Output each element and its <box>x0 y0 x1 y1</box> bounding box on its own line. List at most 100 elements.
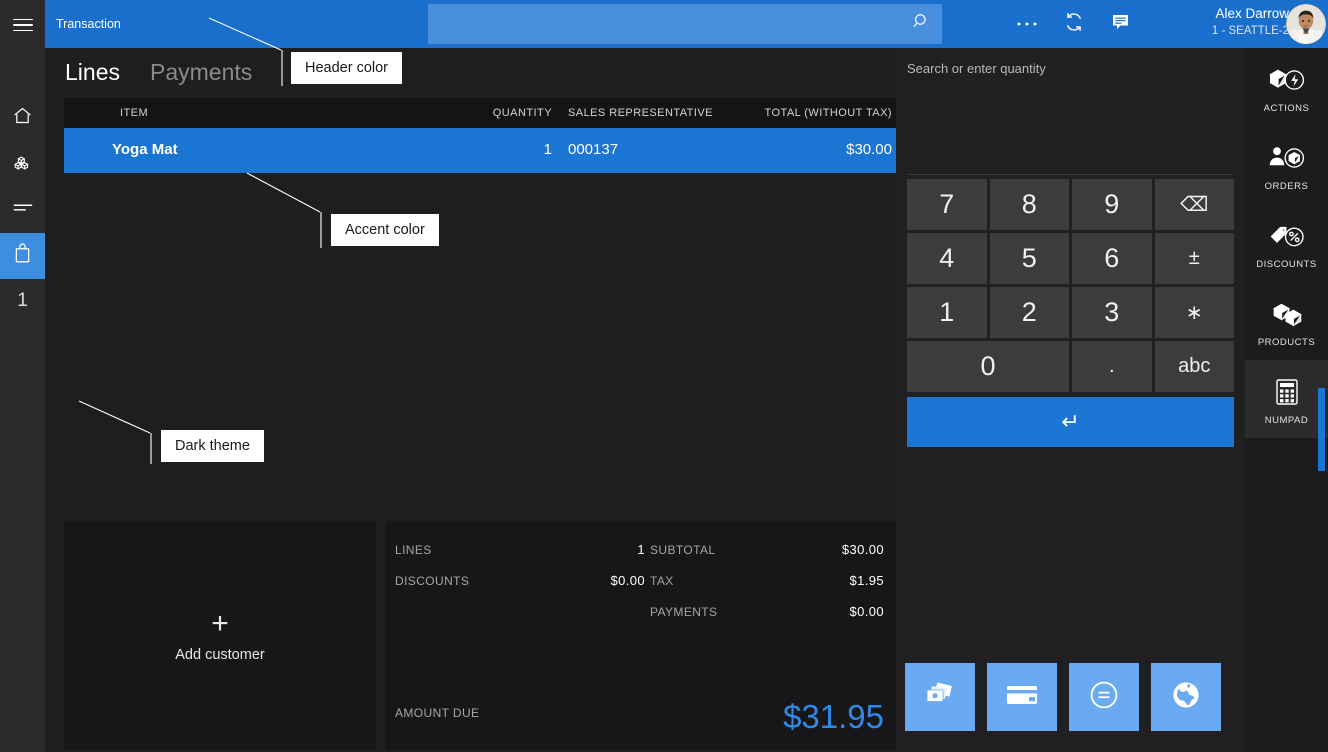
avatar[interactable] <box>1286 4 1326 44</box>
totals-label-subtotal: SUBTOTAL <box>650 543 715 557</box>
callout-accent-color: Accent color <box>331 214 439 246</box>
numpad-key-0[interactable]: 0 <box>907 341 1069 392</box>
numpad-key-7[interactable]: 7 <box>907 179 987 230</box>
page-title: Transaction <box>56 17 121 31</box>
numpad-key-9[interactable]: 9 <box>1072 179 1152 230</box>
payment-other-tile[interactable] <box>1151 663 1221 731</box>
shopping-bag-icon <box>12 242 33 270</box>
cubes-inventory-icon <box>12 151 34 178</box>
numpad-keys: 789⌫ 456±123∗ 0.abc↵ <box>907 179 1234 447</box>
user-name: Alex Darrow <box>1137 5 1289 23</box>
app-header: Transaction <box>45 0 1328 48</box>
rail-item-actions[interactable]: ACTIONS <box>1245 48 1328 126</box>
more-options-button[interactable] <box>1012 10 1042 38</box>
amount-due-value: $31.95 <box>783 698 884 736</box>
search-input[interactable] <box>428 4 942 44</box>
box-lightning-icon <box>1267 60 1307 100</box>
search-button[interactable] <box>900 4 942 44</box>
totals-row-subtotal: SUBTOTAL $30.00 <box>650 535 884 566</box>
column-header-item: ITEM <box>120 107 148 119</box>
hamburger-menu-button[interactable] <box>0 2 45 48</box>
rail-item-numpad[interactable]: NUMPAD <box>1245 360 1328 438</box>
numpad-divider <box>907 174 1233 175</box>
person-box-icon <box>1267 138 1307 178</box>
cell-quantity: 1 <box>424 141 552 158</box>
numpad-key-5[interactable]: 5 <box>990 233 1070 284</box>
boxes-icon <box>1267 294 1307 334</box>
sidebar-item-home[interactable] <box>0 95 45 141</box>
rail-label-products: PRODUCTS <box>1258 337 1315 348</box>
sidebar-item-lines[interactable] <box>0 187 45 233</box>
right-action-rail: ACTIONS ORDERS <box>1245 48 1328 752</box>
sync-refresh-icon <box>1063 11 1085 38</box>
search-icon <box>912 12 931 36</box>
numpad-key-8[interactable]: 8 <box>990 179 1070 230</box>
numpad-enter-key[interactable]: ↵ <box>907 397 1234 447</box>
credit-card-icon <box>1006 683 1038 712</box>
numpad-abc-key[interactable]: abc <box>1155 341 1235 392</box>
numpad-plusminus-key[interactable]: ± <box>1155 233 1235 284</box>
list-lines-icon <box>12 201 34 220</box>
totals-row-lines: LINES 1 <box>395 535 645 566</box>
rail-item-orders[interactable]: ORDERS <box>1245 126 1328 204</box>
user-info[interactable]: Alex Darrow 1 - SEATTLE-2 <box>1137 5 1297 43</box>
calculator-icon <box>1273 372 1301 412</box>
numpad-key-2[interactable]: 2 <box>990 287 1070 338</box>
cell-sales-rep: 000137 <box>568 141 618 158</box>
cell-total: $30.00 <box>684 141 892 158</box>
sidebar-item-transaction[interactable] <box>0 233 45 279</box>
totals-value-payments: $0.00 <box>849 604 884 619</box>
note-message-icon <box>1110 11 1131 37</box>
column-header-quantity: QUANTITY <box>424 107 552 119</box>
rail-label-numpad: NUMPAD <box>1265 415 1308 426</box>
numpad-key-1[interactable]: 1 <box>907 287 987 338</box>
numpad-key-4[interactable]: 4 <box>907 233 987 284</box>
tag-percent-icon <box>1267 216 1307 256</box>
totals-value-discounts: $0.00 <box>610 573 645 588</box>
hamburger-menu-icon <box>13 15 33 36</box>
rail-item-discounts[interactable]: DISCOUNTS <box>1245 204 1328 282</box>
totals-label-tax: TAX <box>650 574 674 588</box>
numpad-hint-text: Search or enter quantity <box>907 61 1046 76</box>
pos-application: 1 Transaction <box>0 0 1328 752</box>
globe-icon <box>1170 679 1202 716</box>
payment-tiles <box>905 663 1221 731</box>
callout-header-color: Header color <box>291 52 402 84</box>
home-icon <box>12 105 33 131</box>
left-navigation-rail: 1 <box>0 0 45 752</box>
payment-cash-tile[interactable] <box>905 663 975 731</box>
numpad-key-6[interactable]: 6 <box>1072 233 1152 284</box>
user-store: 1 - SEATTLE-2 <box>1137 23 1289 40</box>
rail-item-products[interactable]: PRODUCTS <box>1245 282 1328 360</box>
totals-label-discounts: DISCOUNTS <box>395 574 469 588</box>
rail-label-orders: ORDERS <box>1265 181 1309 192</box>
add-customer-label: Add customer <box>175 647 264 663</box>
add-customer-panel[interactable]: + Add customer <box>64 521 376 750</box>
cash-bills-icon <box>924 680 956 715</box>
numpad-backspace-key[interactable]: ⌫ <box>1155 179 1235 230</box>
payment-card-tile[interactable] <box>987 663 1057 731</box>
amount-due-label: AMOUNT DUE <box>395 706 479 720</box>
column-header-total: TOTAL (WITHOUT TAX) <box>684 107 892 119</box>
totals-left-column: LINES 1 DISCOUNTS $0.00 <box>395 535 645 597</box>
totals-panel: LINES 1 DISCOUNTS $0.00 SUBTOTAL $30.00 … <box>385 521 896 750</box>
sidebar-item-inventory[interactable] <box>0 141 45 187</box>
tab-lines[interactable]: Lines <box>65 59 120 86</box>
totals-value-subtotal: $30.00 <box>842 542 884 557</box>
totals-value-tax: $1.95 <box>849 573 884 588</box>
transaction-tabs: Lines Payments <box>45 48 896 98</box>
sync-button[interactable] <box>1059 10 1089 38</box>
notifications-button[interactable] <box>1105 10 1135 38</box>
totals-row-discounts: DISCOUNTS $0.00 <box>395 566 645 597</box>
sidebar-transaction-count: 1 <box>0 279 45 323</box>
totals-label-lines: LINES <box>395 543 432 557</box>
numpad-key-3[interactable]: 3 <box>1072 287 1152 338</box>
rail-label-discounts: DISCOUNTS <box>1256 259 1316 270</box>
tab-payments[interactable]: Payments <box>150 59 252 86</box>
numpad-multiply-key[interactable]: ∗ <box>1155 287 1235 338</box>
table-row[interactable]: Yoga Mat 1 000137 $30.00 <box>64 128 896 173</box>
payment-gift-card-tile[interactable] <box>1069 663 1139 731</box>
right-rail-scrollbar[interactable] <box>1318 388 1325 471</box>
numpad-decimal-key[interactable]: . <box>1072 341 1152 392</box>
numpad-pane: Search or enter quantity 789⌫ 456±123∗ 0.a… <box>896 48 1245 752</box>
